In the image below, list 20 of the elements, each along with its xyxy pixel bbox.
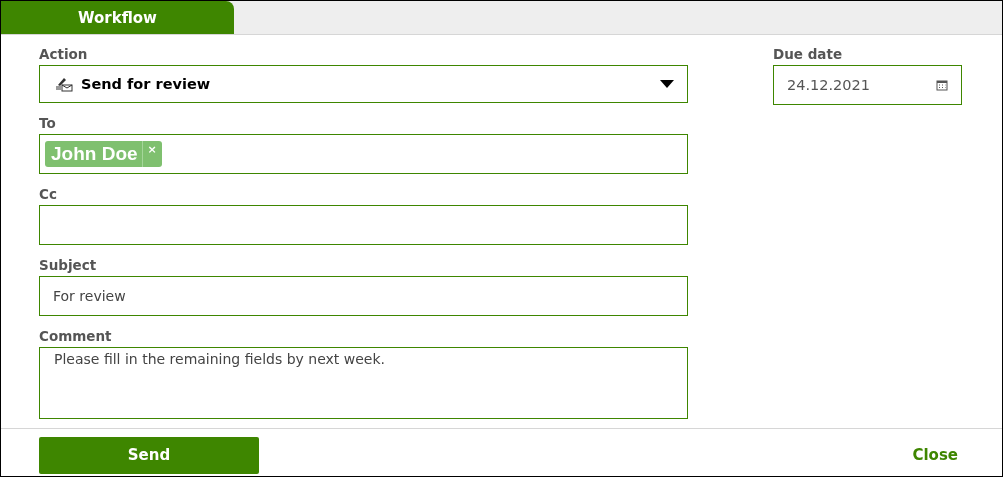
field-label: Action — [39, 45, 89, 64]
field-label: Due date — [773, 45, 844, 64]
recipient-name: John Doe — [50, 142, 139, 166]
action-value: Send for review — [81, 76, 211, 92]
calendar-icon[interactable] — [936, 79, 948, 91]
comment-field[interactable]: Please fill in the remaining fields by next week. — [39, 347, 688, 419]
field-label: Cc — [39, 185, 58, 204]
signature-envelope-icon — [55, 76, 73, 92]
workflow-tab[interactable]: Workflow — [1, 1, 234, 34]
field-label: Subject — [39, 256, 98, 275]
action-dropdown[interactable]: Send for review — [39, 65, 688, 103]
send-button[interactable]: Send — [39, 436, 259, 474]
subject-field[interactable]: For review — [39, 276, 688, 316]
field-label: Comment — [39, 327, 113, 346]
field-label: To — [39, 114, 57, 133]
cc-field[interactable] — [39, 205, 688, 245]
close-link[interactable]: Close — [912, 446, 958, 464]
due-date-field[interactable]: 24.12.2021 — [773, 65, 962, 105]
date-value: 24.12.2021 — [787, 77, 871, 93]
dropdown-caret-icon — [660, 80, 674, 88]
